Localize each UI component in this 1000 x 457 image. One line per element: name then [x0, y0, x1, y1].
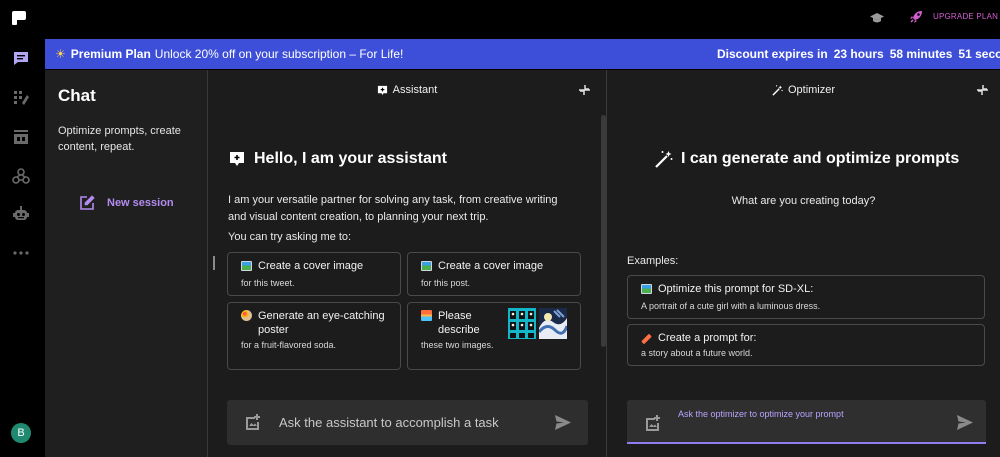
collapse-icon[interactable]: [578, 84, 591, 96]
send-icon[interactable]: [554, 414, 572, 431]
assistant-input[interactable]: Ask the assistant to accomplish a task: [227, 400, 588, 445]
storefront-icon[interactable]: [11, 127, 31, 147]
suggestion-card[interactable]: Create a cover image for this tweet.: [227, 252, 401, 296]
optimizer-headline: I can generate and optimize prompts: [655, 150, 959, 168]
example-card[interactable]: Create a prompt for: a story about a fut…: [627, 324, 985, 366]
optimizer-header-label: Optimizer: [787, 84, 836, 96]
picture-icon: [241, 261, 252, 271]
chat-sidebar: Chat Optimize prompts, create content, r…: [45, 70, 207, 457]
school-icon[interactable]: [869, 10, 885, 26]
sun-icon: ☀: [55, 47, 66, 61]
chat-title: Chat: [58, 86, 96, 105]
assistant-panel: Assistant Hello, I am your assistant I a…: [208, 70, 606, 457]
left-rail: [0, 38, 44, 457]
suggestion-sub: for a fruit-flavored soda.: [241, 340, 337, 350]
robot-icon[interactable]: [11, 204, 31, 224]
resize-handle[interactable]: [213, 256, 215, 270]
headline-text: I can generate and optimize prompts: [681, 150, 960, 167]
suggestion-sub: for this tweet.: [241, 278, 295, 288]
edit-icon: [80, 195, 95, 210]
suggestion-card[interactable]: Create a cover image for this post.: [407, 252, 581, 296]
example-title: Optimize this prompt for SD-XL:: [658, 283, 814, 295]
example-title: Create a prompt for:: [658, 332, 757, 344]
assistant-header-label: Assistant: [392, 84, 438, 96]
assistant-header: Assistant: [208, 84, 606, 96]
example-card[interactable]: Optimize this prompt for SD-XL: A portra…: [627, 275, 985, 319]
assistant-icon: [377, 85, 387, 95]
chat-icon[interactable]: [11, 49, 31, 69]
try-label: You can try asking me to:: [228, 231, 352, 243]
top-bar: UPGRADE PLAN: [0, 0, 1000, 38]
banner-offer: Unlock 20% off on your subscription – Fo…: [154, 47, 404, 61]
new-session-label: New session: [107, 197, 174, 209]
greeting-text: Hello, I am your assistant: [254, 150, 447, 167]
picture-icon: [641, 284, 652, 294]
suggestion-title: Please describe: [438, 310, 480, 336]
magic-wand-icon: [655, 151, 673, 168]
suggestion-sub: these two images.: [421, 340, 494, 350]
picture-icon: [421, 261, 432, 271]
assistant-intro: I am your versatile partner for solving …: [228, 194, 558, 223]
pencil-icon: [641, 333, 652, 345]
timer-seconds: 51 seconds: [958, 47, 1000, 61]
send-icon[interactable]: [956, 414, 974, 431]
add-image-icon[interactable]: [244, 413, 262, 431]
assistant-greeting: Hello, I am your assistant: [229, 150, 447, 168]
thumbnail-image: [508, 308, 536, 339]
add-image-icon[interactable]: [644, 414, 662, 432]
new-session-button[interactable]: New session: [79, 195, 174, 211]
rocket-icon[interactable]: [908, 9, 924, 25]
assistant-icon: [230, 152, 244, 166]
logo-icon[interactable]: [11, 10, 27, 26]
discount-timer: Discount expires in 23 hours 58 minutes …: [717, 39, 1000, 69]
connections-icon[interactable]: [11, 166, 31, 186]
sunset-icon: [421, 310, 432, 321]
expires-label: Discount expires in: [717, 47, 828, 61]
upgrade-plan-link[interactable]: UPGRADE PLAN: [933, 12, 998, 21]
timer-minutes: 58 minutes: [889, 47, 953, 61]
example-sub: a story about a future world.: [641, 348, 753, 358]
more-icon[interactable]: [11, 243, 31, 263]
collapse-icon[interactable]: [976, 84, 989, 96]
optimizer-input[interactable]: Ask the optimizer to optimize your promp…: [627, 400, 986, 444]
suggestion-title: Generate an eye-catching poster: [258, 310, 385, 336]
banner-plan: Premium Plan: [70, 47, 151, 61]
optimizer-input-placeholder[interactable]: Ask the optimizer to optimize your promp…: [678, 409, 844, 419]
suggestion-title: Create a cover image: [438, 260, 544, 272]
timer-hours: 23 hours: [833, 47, 884, 61]
assistant-input-placeholder[interactable]: Ask the assistant to accomplish a task: [279, 415, 499, 430]
suggestion-sub: for this post.: [421, 278, 471, 288]
magic-wand-icon: [772, 84, 783, 96]
suggestion-card[interactable]: Generate an eye-catching poster for a fr…: [227, 302, 401, 370]
optimizer-panel: Optimizer I can generate and optimize pr…: [607, 70, 1000, 457]
examples-label: Examples:: [627, 255, 679, 267]
grid-icon[interactable]: [11, 88, 31, 108]
optimizer-header: Optimizer: [607, 84, 1000, 96]
palette-icon: [241, 310, 252, 321]
suggestion-card[interactable]: Please describe these two images.: [407, 302, 581, 370]
suggestion-title: Create a cover image: [258, 260, 364, 272]
chat-subtitle: Optimize prompts, create content, repeat…: [58, 125, 181, 153]
optimizer-question: What are you creating today?: [731, 195, 876, 207]
avatar[interactable]: B: [11, 423, 31, 443]
thumbnail-image: [539, 308, 567, 339]
example-sub: A portrait of a cute girl with a luminou…: [641, 301, 821, 311]
promo-banner[interactable]: ☀ Premium Plan Unlock 20% off on your su…: [45, 39, 1000, 69]
